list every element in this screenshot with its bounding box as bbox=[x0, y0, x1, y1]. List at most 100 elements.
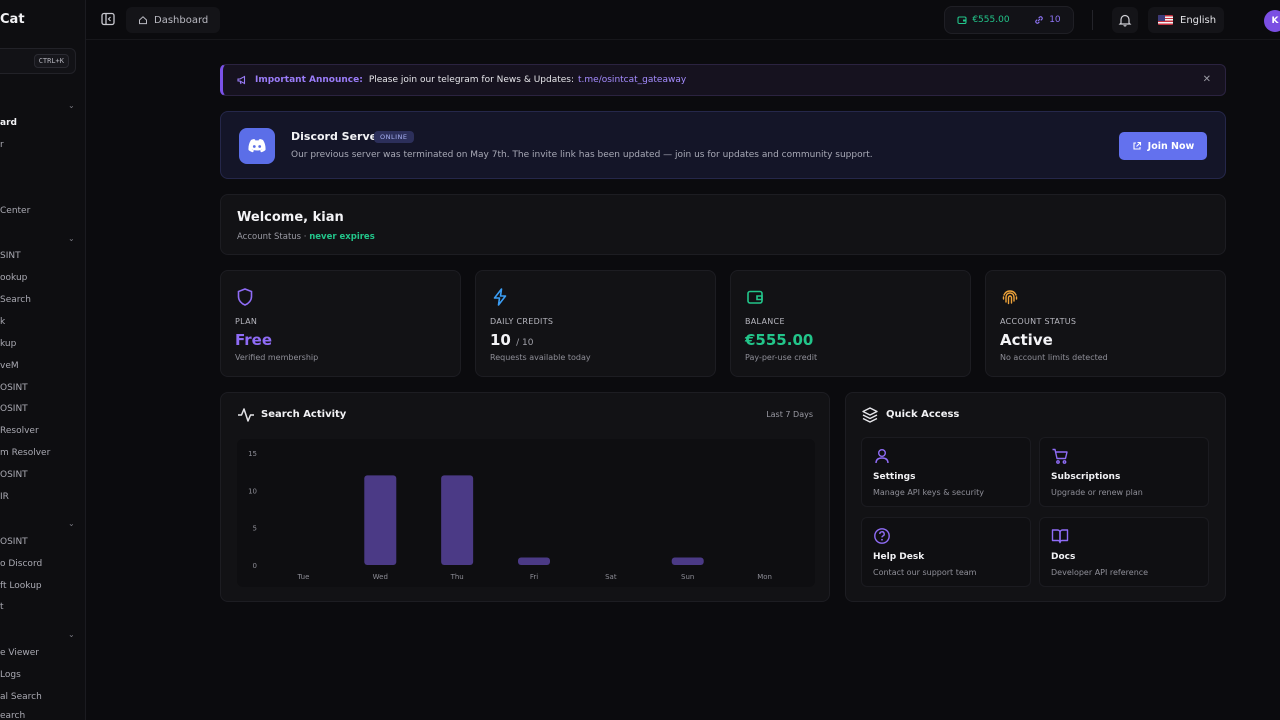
sidebar-item[interactable]: OSINT bbox=[0, 470, 28, 480]
sidebar-item[interactable]: Search bbox=[0, 295, 31, 305]
avatar[interactable]: K bbox=[1264, 10, 1280, 32]
stat-value: Free bbox=[235, 331, 273, 349]
account-status-line: Account Status · never expires bbox=[237, 232, 375, 242]
sidebar-item[interactable]: k bbox=[0, 317, 5, 327]
y-tick-label: 15 bbox=[248, 450, 257, 458]
layers-icon bbox=[862, 407, 878, 423]
chart-bar-sun[interactable] bbox=[671, 557, 704, 565]
join-now-button[interactable]: Join Now bbox=[1119, 132, 1207, 160]
welcome-title: Welcome, kian bbox=[237, 210, 344, 225]
chart-bar-wed[interactable] bbox=[364, 475, 397, 565]
sidebar-item[interactable]: Center bbox=[0, 206, 30, 216]
x-tick-label: Sat bbox=[605, 573, 617, 581]
stat-card-account-status: ACCOUNT STATUS Active No account limits … bbox=[985, 270, 1226, 377]
sidebar-item[interactable]: OSINT bbox=[0, 404, 28, 414]
join-now-label: Join Now bbox=[1147, 140, 1195, 152]
quick-title: Settings bbox=[873, 472, 916, 482]
sidebar-item[interactable]: Logs bbox=[0, 670, 21, 680]
fingerprint-icon bbox=[1002, 290, 1018, 305]
breadcrumb[interactable]: Dashboard bbox=[126, 7, 221, 33]
sidebar-search[interactable]: CTRL+K bbox=[0, 48, 76, 74]
stat-sub: Pay-per-use credit bbox=[745, 353, 818, 362]
x-tick-label: Fri bbox=[530, 573, 538, 581]
quick-docs[interactable]: Docs Developer API reference bbox=[1039, 517, 1209, 587]
sidebar-item-dashboard[interactable]: ard bbox=[0, 118, 17, 128]
sidebar-item[interactable]: IR bbox=[0, 492, 9, 502]
quick-subscriptions[interactable]: Subscriptions Upgrade or renew plan bbox=[1039, 437, 1209, 507]
quick-title: Help Desk bbox=[873, 552, 925, 562]
sidebar-item[interactable]: ookup bbox=[0, 273, 27, 283]
sidebar-item[interactable]: m Resolver bbox=[0, 448, 50, 458]
activity-icon bbox=[238, 408, 254, 422]
external-link-icon bbox=[1133, 141, 1141, 150]
quick-title: Docs bbox=[1051, 552, 1076, 562]
breadcrumb-label: Dashboard bbox=[154, 14, 209, 26]
search-activity-card: Search Activity Last 7 Days 0 5 10 15 Tue Wed… bbox=[220, 392, 830, 602]
quick-title: Subscriptions bbox=[1051, 472, 1121, 482]
sidebar-item[interactable]: kup bbox=[0, 339, 16, 349]
chevron-down-icon[interactable]: ⌄ bbox=[68, 234, 75, 243]
notifications-button[interactable] bbox=[1112, 7, 1138, 33]
sidebar-item[interactable]: SINT bbox=[0, 251, 21, 261]
megaphone-icon bbox=[237, 75, 246, 85]
quick-sub: Upgrade or renew plan bbox=[1051, 488, 1143, 497]
x-tick-label: Wed bbox=[373, 573, 388, 581]
balance-value: €555.00 bbox=[972, 15, 1010, 25]
sidebar-toggle-button[interactable] bbox=[100, 11, 116, 27]
chevron-down-icon[interactable]: ⌄ bbox=[68, 101, 75, 110]
quick-access-card: Quick Access Settings Manage API keys & … bbox=[845, 392, 1226, 602]
chevron-down-icon[interactable]: ⌄ bbox=[68, 630, 75, 639]
cart-icon bbox=[1052, 448, 1068, 464]
brand-name[interactable]: Cat bbox=[0, 12, 25, 27]
discord-logo bbox=[239, 128, 275, 164]
quick-help-desk[interactable]: Help Desk Contact our support team bbox=[861, 517, 1031, 587]
quick-settings[interactable]: Settings Manage API keys & security bbox=[861, 437, 1031, 507]
close-icon[interactable]: ✕ bbox=[1203, 74, 1211, 85]
shield-icon bbox=[237, 288, 253, 306]
x-tick-label: Tue bbox=[296, 573, 309, 581]
stat-label: ACCOUNT STATUS bbox=[1000, 317, 1077, 326]
welcome-card: Welcome, kian Account Status · never exp… bbox=[220, 194, 1226, 255]
quick-sub: Developer API reference bbox=[1051, 568, 1149, 577]
app-root: Cat CTRL+K ⌄ ard r Center ⌄ SINT ookup S… bbox=[0, 0, 1280, 720]
activity-range[interactable]: Last 7 Days bbox=[766, 410, 813, 419]
us-flag-icon bbox=[1158, 15, 1173, 25]
stat-value: 10 / 10 bbox=[490, 331, 533, 349]
language-selector[interactable]: English bbox=[1148, 7, 1224, 33]
wallet-summary[interactable]: €555.00 10 bbox=[944, 6, 1074, 34]
chevron-down-icon[interactable]: ⌄ bbox=[68, 519, 75, 528]
telegram-link[interactable]: t.me/osintcat_gateaway bbox=[578, 75, 686, 85]
sidebar-item[interactable]: al Search bbox=[0, 692, 42, 702]
stat-card-balance: BALANCE €555.00 Pay-per-use credit bbox=[730, 270, 971, 377]
credits-max: / 10 bbox=[516, 338, 534, 348]
sidebar-item[interactable]: e Viewer bbox=[0, 648, 39, 658]
quick-access-title: Quick Access bbox=[886, 409, 960, 420]
sidebar-item[interactable]: OSINT bbox=[0, 537, 28, 547]
stat-label: PLAN bbox=[235, 317, 258, 326]
stat-value: €555.00 bbox=[745, 331, 814, 349]
sidebar-item[interactable]: o Discord bbox=[0, 559, 42, 569]
discord-card: Discord Server ONLINE Our previous serve… bbox=[220, 111, 1226, 179]
discord-description: Our previous server was terminated on Ma… bbox=[291, 150, 873, 160]
stat-value: Active bbox=[1000, 331, 1053, 349]
sidebar-item[interactable]: r bbox=[0, 140, 4, 150]
sidebar-item[interactable]: earch bbox=[0, 711, 25, 720]
chart-bar-thu[interactable] bbox=[441, 475, 474, 565]
sidebar-item[interactable]: veM bbox=[0, 361, 19, 371]
stat-card-daily-credits: DAILY CREDITS 10 / 10 Requests available… bbox=[475, 270, 716, 377]
sidebar-item[interactable]: ft Lookup bbox=[0, 581, 42, 591]
stat-label: BALANCE bbox=[745, 317, 785, 326]
link-icon bbox=[1035, 16, 1043, 24]
sidebar-item[interactable]: Resolver bbox=[0, 426, 39, 436]
y-tick-label: 5 bbox=[253, 525, 257, 533]
stat-card-plan: PLAN Free Verified membership bbox=[220, 270, 461, 377]
sidebar-item[interactable]: OSINT bbox=[0, 383, 28, 393]
announcement-banner: Important Announce: Please join our tele… bbox=[220, 64, 1226, 96]
sidebar-item[interactable]: t bbox=[0, 602, 4, 612]
search-activity-chart: 0 5 10 15 Tue Wed Thu Fri Sat Sun Mon bbox=[248, 450, 772, 581]
chart-bar-fri[interactable] bbox=[518, 557, 550, 565]
topbar-divider bbox=[1092, 10, 1093, 30]
x-tick-label: Thu bbox=[450, 573, 464, 581]
announcement-tag: Important Announce: bbox=[255, 75, 363, 85]
chart-area: 0 5 10 15 Tue Wed Thu Fri Sat Sun Mon bbox=[237, 439, 815, 587]
